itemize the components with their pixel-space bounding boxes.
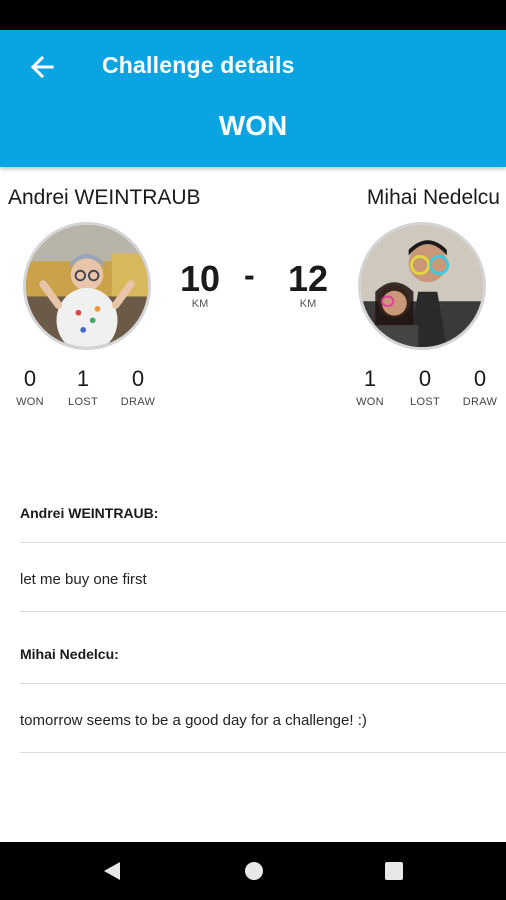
player1-won-label: WON <box>16 396 44 408</box>
player2-name: Mihai Nedelcu <box>366 186 500 209</box>
status-bar <box>0 0 506 30</box>
circle-home-icon <box>245 862 263 880</box>
player1-draw-label: DRAW <box>120 396 156 408</box>
player2-score-unit: KM <box>299 298 317 310</box>
divider <box>20 611 506 612</box>
system-nav-bar <box>0 842 506 900</box>
arrow-left-icon <box>30 55 54 79</box>
player1-score: 10 <box>179 258 221 299</box>
comment-message: let me buy one first <box>20 571 506 588</box>
couple-photo-icon <box>361 225 483 347</box>
divider <box>20 542 506 543</box>
challenge-result: WON <box>218 110 288 141</box>
player2-score: 12 <box>287 258 329 299</box>
child-photo-icon <box>26 225 148 347</box>
triangle-back-icon <box>104 862 120 880</box>
comment-author-label: Mihai Nedelcu: <box>20 646 119 662</box>
score-separator: - <box>244 257 255 293</box>
player1-lost-label: LOST <box>68 396 98 408</box>
player1-avatar[interactable] <box>23 222 151 350</box>
comment-author: Andrei WEINTRAUB: <box>20 505 506 521</box>
player2-lost-label: LOST <box>410 396 440 408</box>
comment-author-label: Andrei WEINTRAUB: <box>20 505 159 521</box>
square-recent-icon <box>385 862 403 880</box>
divider <box>20 683 506 684</box>
player2-avatar[interactable] <box>358 222 486 350</box>
app-bar: Challenge details WON <box>0 30 506 167</box>
player1-name: Andrei WEINTRAUB <box>8 186 201 209</box>
divider <box>20 752 506 753</box>
player1-score-unit: KM <box>191 298 209 310</box>
comment-author: Mihai Nedelcu: <box>20 646 506 662</box>
comment-message: tomorrow seems to be a good day for a ch… <box>20 712 506 729</box>
player2-lost-count: 0 <box>418 366 432 391</box>
player1-draw-count: 0 <box>131 366 145 391</box>
comment-message-text: tomorrow seems to be a good day for a ch… <box>20 712 367 729</box>
player1-lost-count: 1 <box>76 366 90 391</box>
page-title: Challenge details <box>102 52 295 78</box>
nav-recent-button[interactable] <box>382 859 406 883</box>
player2-won-count: 1 <box>363 366 377 391</box>
back-button[interactable] <box>22 52 62 82</box>
nav-home-button[interactable] <box>242 859 266 883</box>
player2-won-label: WON <box>356 396 384 408</box>
player2-draw-label: DRAW <box>462 396 498 408</box>
comment-message-text: let me buy one first <box>20 571 147 588</box>
nav-back-button[interactable] <box>100 859 124 883</box>
player1-won-count: 0 <box>23 366 37 391</box>
player2-draw-count: 0 <box>473 366 487 391</box>
